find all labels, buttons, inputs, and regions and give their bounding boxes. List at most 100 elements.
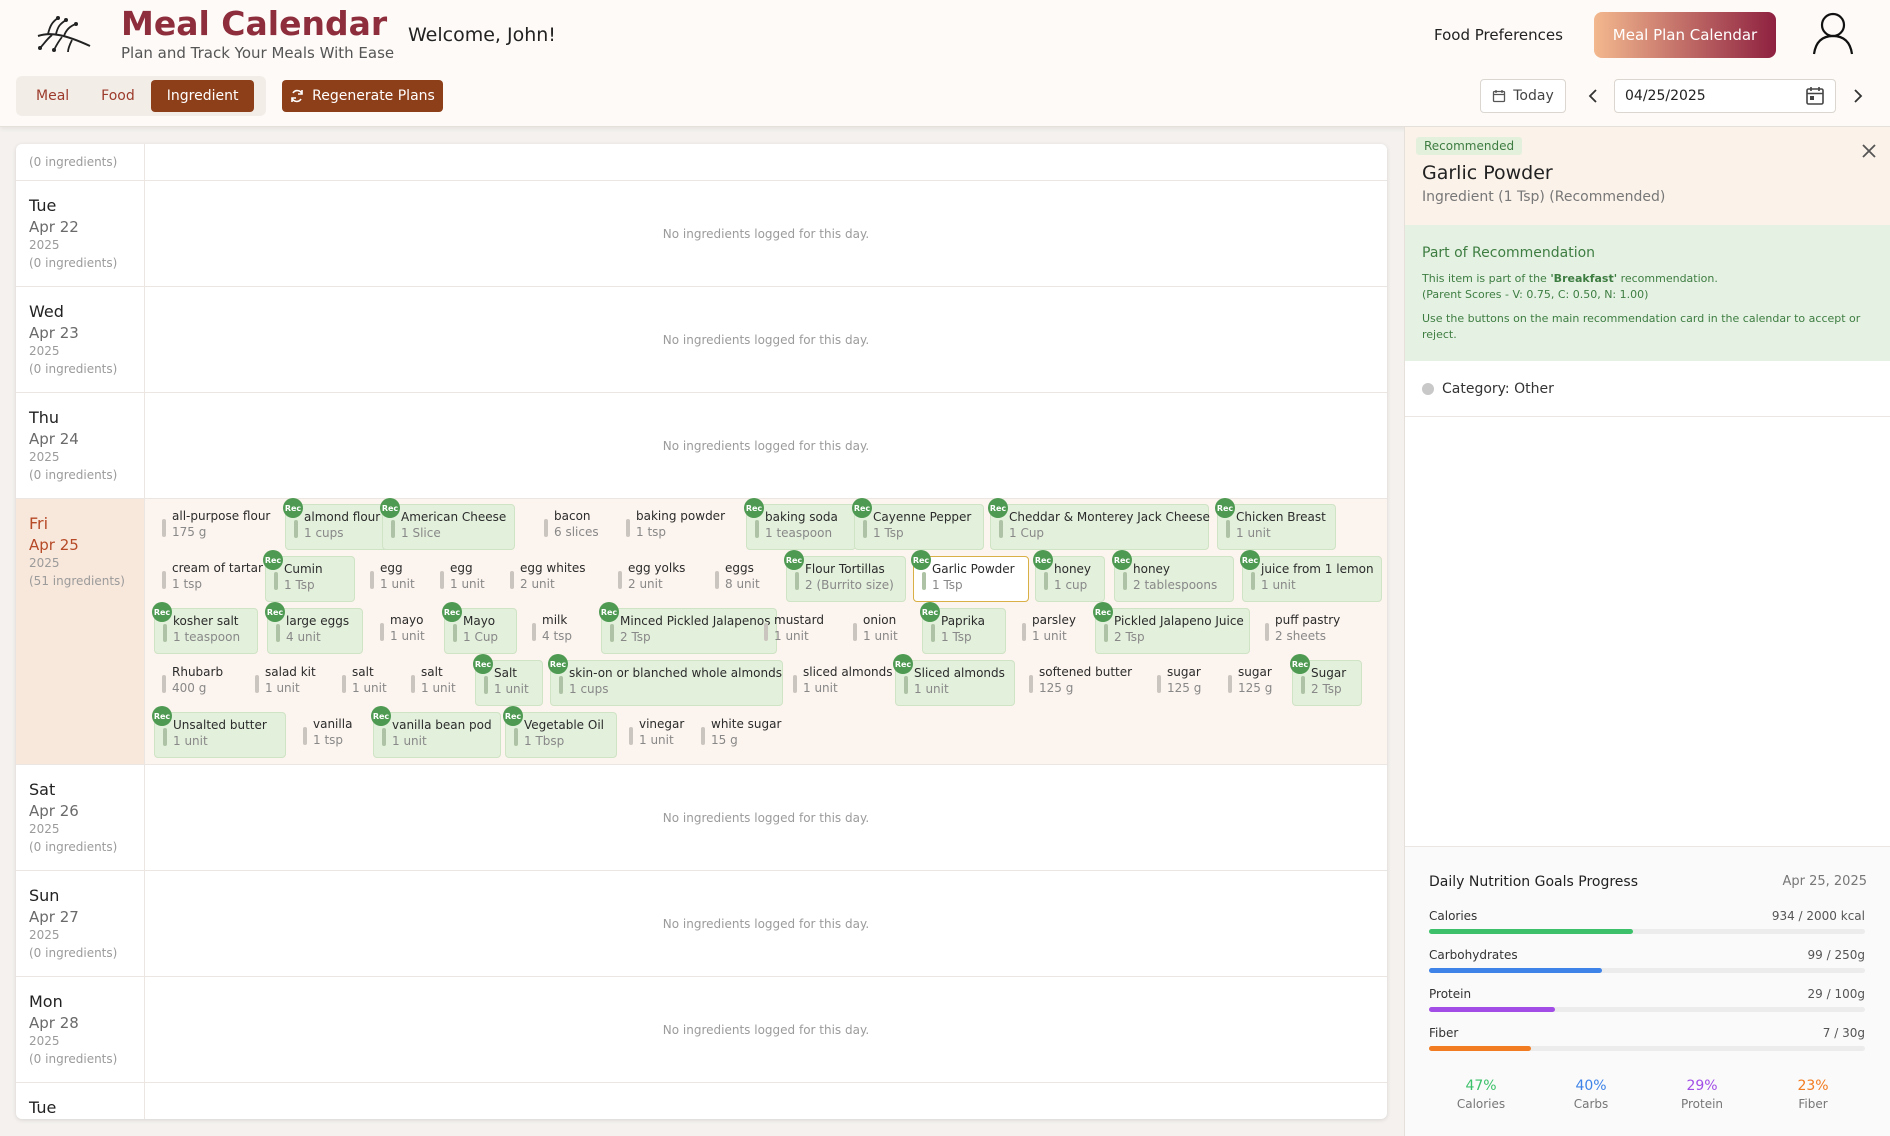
ingredient-quantity: 1 cups (304, 526, 344, 540)
ingredient-chip[interactable]: Rec Sliced almonds 1 unit (893, 654, 1015, 706)
rec-badge: Rec (784, 550, 804, 570)
ingredient-chip[interactable]: sugar 125 g (1220, 660, 1285, 706)
ingredient-chip[interactable]: egg whites 2 unit (502, 556, 612, 602)
ingredient-chip[interactable]: vinegar 1 unit (621, 712, 691, 758)
meal-plan-calendar-button[interactable]: Meal Plan Calendar (1594, 12, 1776, 58)
ingredient-chip[interactable]: Rec Salt 1 unit (473, 654, 543, 706)
ingredient-name: softened butter (1039, 665, 1133, 679)
ingredient-quantity: 8 unit (725, 577, 760, 591)
chip-indicator (163, 728, 167, 746)
day-name: Fri (29, 514, 49, 533)
ingredient-chip[interactable]: Rhubarb 400 g (154, 660, 240, 706)
ingredient-chip[interactable]: Rec Cumin 1 Tsp (263, 550, 355, 602)
today-button[interactable]: Today (1480, 79, 1566, 113)
ingredient-chip[interactable]: egg 1 unit (362, 556, 427, 602)
day-date: Apr 24 (29, 430, 79, 448)
ingredient-chip[interactable]: Rec Minced Pickled Jalapenos 2 Tsp (599, 602, 777, 654)
ingredient-chip[interactable]: Rec large eggs 4 unit (265, 602, 363, 654)
ingredient-name: baking soda (765, 510, 838, 524)
ingredient-chip[interactable]: sliced almonds 1 unit (785, 660, 895, 706)
ingredient-chip[interactable]: white sugar 15 g (693, 712, 793, 758)
tab-ingredient[interactable]: Ingredient (150, 80, 255, 112)
ingredient-chip[interactable]: mustard 1 unit (756, 608, 836, 654)
tab-food[interactable]: Food (85, 80, 151, 112)
ingredient-chip[interactable]: salt 1 unit (334, 660, 399, 706)
calendar-small-icon (1493, 90, 1506, 103)
ingredient-chip[interactable]: vanilla 1 tsp (295, 712, 365, 758)
ingredient-chip[interactable]: Rec juice from 1 lemon 1 unit (1240, 550, 1382, 602)
ingredient-chip[interactable]: sugar 125 g (1149, 660, 1214, 706)
rec-badge: Rec (920, 602, 940, 622)
recommendation-membership-text: This item is part of the 'Breakfast' rec… (1422, 271, 1874, 287)
ingredient-name: vanilla (313, 717, 353, 731)
ingredient-chip[interactable]: Rec Garlic Powder 1 Tsp (911, 550, 1029, 602)
chip-indicator (1226, 520, 1230, 538)
chip-indicator (162, 571, 166, 589)
ingredient-quantity: 1 teaspoon (765, 526, 833, 540)
ingredient-chip[interactable]: salt 1 unit (403, 660, 468, 706)
ingredient-chip[interactable]: Rec kosher salt 1 teaspoon (152, 602, 258, 654)
ingredient-chip[interactable]: onion 1 unit (845, 608, 915, 654)
empty-day-message: No ingredients logged for this day. (662, 1022, 870, 1037)
ingredient-name: Rhubarb (172, 665, 224, 679)
ingredient-chip[interactable]: egg yolks 2 unit (610, 556, 700, 602)
close-icon[interactable] (1857, 139, 1881, 163)
tab-meal[interactable]: Meal (20, 80, 85, 112)
date-field[interactable]: 04/25/2025 (1614, 79, 1836, 113)
ingredient-chip[interactable]: Rec Vegetable Oil 1 Tbsp (503, 706, 617, 758)
regenerate-plans-button[interactable]: Regenerate Plans (282, 80, 443, 112)
ingredient-name: Cayenne Pepper (873, 510, 972, 524)
ingredient-name: all-purpose flour (172, 509, 271, 523)
ingredient-chip[interactable]: Rec vanilla bean pod 1 unit (371, 706, 501, 758)
rec-badge: Rec (473, 654, 493, 674)
ingredient-name: salt (352, 665, 374, 679)
day-row: Mon Apr 28 2025 (0 ingredients) No ingre… (16, 977, 1387, 1083)
ingredient-chip[interactable]: cream of tartar 1 tsp (154, 556, 263, 602)
day-label: Mon Apr 28 2025 (0 ingredients) (16, 977, 145, 1082)
ingredient-chip[interactable]: Rec Unsalted butter 1 unit (152, 706, 286, 758)
nutrition-track (1429, 929, 1865, 934)
ingredient-chip[interactable]: egg 1 unit (432, 556, 497, 602)
ingredient-chip[interactable]: parsley 1 unit (1014, 608, 1086, 654)
ingredient-chip[interactable]: Rec Mayo 1 Cup (442, 602, 517, 654)
chevron-right-icon (1854, 89, 1863, 103)
ingredient-chip[interactable]: Rec baking soda 1 teaspoon (744, 498, 856, 550)
ingredient-chip[interactable]: Rec skin-on or blanched whole almonds 1 cu… (548, 654, 783, 706)
calendar-icon[interactable] (1805, 86, 1825, 106)
ingredient-chip[interactable]: milk 4 tsp (524, 608, 592, 654)
food-preferences-link[interactable]: Food Preferences (1434, 26, 1563, 44)
user-avatar-icon[interactable] (1810, 10, 1856, 56)
ingredient-chip[interactable]: softened butter 125 g (1021, 660, 1141, 706)
day-name: Tue (29, 196, 57, 215)
ingredient-name: vanilla bean pod (392, 718, 492, 732)
ingredient-chip[interactable]: Rec Flour Tortillas 2 (Burrito size) (784, 550, 906, 602)
ingredient-quantity: 1 unit (390, 629, 425, 643)
ingredient-chip[interactable]: Rec Sugar 2 Tsp (1290, 654, 1362, 706)
next-date-button[interactable] (1845, 82, 1871, 110)
welcome-message: Welcome, John! (408, 24, 556, 46)
ingredient-chip[interactable]: Rec honey 2 tablespoons (1112, 550, 1234, 602)
ingredient-chip[interactable]: all-purpose flour 175 g (154, 504, 274, 550)
ingredient-chip[interactable]: Rec Chicken Breast 1 unit (1215, 498, 1336, 550)
ingredient-name: Mayo (463, 614, 496, 628)
ingredient-chip[interactable]: mayo 1 unit (372, 608, 442, 654)
ingredient-chip[interactable]: eggs 8 unit (707, 556, 777, 602)
ingredient-chip[interactable]: Rec American Cheese 1 Slice (380, 498, 515, 550)
ingredient-chip[interactable]: Rec honey 1 cup (1033, 550, 1105, 602)
day-name: Tue (29, 1098, 57, 1117)
ingredient-chip[interactable]: salad kit 1 unit (247, 660, 327, 706)
ingredient-chip[interactable]: Rec Paprika 1 Tsp (920, 602, 1006, 654)
ingredient-chip[interactable]: puff pastry 2 sheets (1257, 608, 1367, 654)
ingredient-chip[interactable]: Rec Pickled Jalapeno Juice 2 Tsp (1093, 602, 1250, 654)
ingredient-chip[interactable]: Rec Cayenne Pepper 1 Tsp (852, 498, 984, 550)
regenerate-label: Regenerate Plans (312, 88, 435, 104)
ingredient-chip[interactable]: Rec Cheddar & Monterey Jack Cheese 1 Cup (988, 498, 1210, 550)
ingredient-chip[interactable]: Rec almond flour 1 cups (283, 498, 395, 550)
previous-date-button[interactable] (1580, 82, 1606, 110)
nutrition-track (1429, 1007, 1865, 1012)
chip-indicator (342, 675, 346, 693)
ingredient-chip[interactable]: bacon 6 slices (536, 504, 611, 550)
ingredient-chip[interactable]: baking powder 1 tsp (618, 504, 728, 550)
ingredient-name: Paprika (941, 614, 986, 628)
chip-indicator (411, 675, 415, 693)
